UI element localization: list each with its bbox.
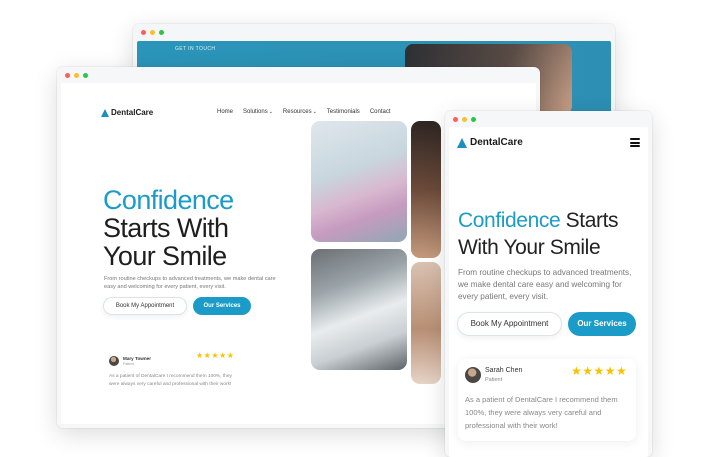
nav-contact[interactable]: Contact	[370, 109, 391, 115]
hero-heading-line2: Starts With	[103, 213, 229, 243]
avatar	[465, 367, 481, 383]
testimonial-role: Patient	[485, 377, 503, 383]
nav-solutions[interactable]: Solutions⌄	[243, 109, 273, 115]
maximize-dot[interactable]	[159, 30, 164, 35]
nav-resources[interactable]: Resources⌄	[283, 109, 317, 115]
chevron-down-icon: ⌄	[268, 109, 273, 115]
window-controls	[65, 73, 88, 78]
window-controls	[453, 117, 476, 122]
hero-heading-accent: Confidence	[103, 185, 234, 215]
hero-description: From routine checkups to advanced treatm…	[458, 268, 632, 301]
testimonial-name: Mary Towner	[123, 356, 151, 361]
logo-triangle-icon	[457, 137, 467, 148]
nav-home[interactable]: Home	[217, 109, 233, 115]
close-dot[interactable]	[453, 117, 458, 122]
brand-logo[interactable]: DentalCare	[101, 108, 153, 117]
brand-name: DentalCare	[470, 137, 523, 148]
hero-heading-line3: Your Smile	[103, 241, 227, 271]
main-nav: Home Solutions⌄ Resources⌄ Testimonials …	[217, 109, 391, 115]
hero-heading: Confidence Starts With Your Smile	[103, 186, 234, 270]
chevron-down-icon: ⌄	[312, 109, 317, 115]
nav-resources-label: Resources	[282, 109, 312, 115]
mobile-page: DentalCare Confidence Starts With Your S…	[449, 127, 648, 457]
book-appointment-button[interactable]: Book My Appointment	[103, 297, 187, 315]
star-rating: ★★★★★	[196, 351, 235, 360]
hero-heading: Confidence Starts With Your Smile	[458, 207, 643, 261]
brand-logo[interactable]: DentalCare	[457, 137, 523, 148]
star-rating: ★★★★★	[571, 364, 628, 378]
maximize-dot[interactable]	[471, 117, 476, 122]
contact-eyebrow: GET IN TOUCH	[175, 46, 216, 52]
maximize-dot[interactable]	[83, 73, 88, 78]
nav-solutions-label: Solutions	[243, 109, 268, 115]
minimize-dot[interactable]	[74, 73, 79, 78]
logo-triangle-icon	[101, 108, 109, 117]
close-dot[interactable]	[65, 73, 70, 78]
hamburger-menu-icon[interactable]	[630, 138, 640, 147]
testimonial-text: As a patient of DentalCare I recommend t…	[109, 374, 232, 387]
minimize-dot[interactable]	[462, 117, 467, 122]
brand-name: DentalCare	[111, 108, 154, 117]
minimize-dot[interactable]	[150, 30, 155, 35]
book-appointment-button[interactable]: Book My Appointment	[457, 312, 562, 336]
nav-testimonials[interactable]: Testimonials	[327, 109, 360, 115]
patient-smile-photo	[411, 121, 441, 258]
avatar	[109, 356, 119, 366]
dental-exam-photo	[311, 249, 407, 370]
hero-description: From routine checkups to advanced treatm…	[104, 276, 276, 290]
dentist-photo	[311, 121, 407, 242]
mobile-browser-window: DentalCare Confidence Starts With Your S…	[445, 111, 652, 457]
our-services-button[interactable]: Our Services	[568, 312, 636, 336]
window-controls	[141, 30, 164, 35]
our-services-button[interactable]: Our Services	[193, 297, 251, 315]
hero-heading-accent: Confidence	[458, 209, 561, 232]
testimonial-text: As a patient of DentalCare I recommend t…	[465, 395, 618, 430]
testimonial-name: Sarah Chen	[485, 367, 523, 374]
patient-closeup-photo	[411, 262, 441, 384]
testimonial-role: Patient	[123, 362, 134, 366]
close-dot[interactable]	[141, 30, 146, 35]
